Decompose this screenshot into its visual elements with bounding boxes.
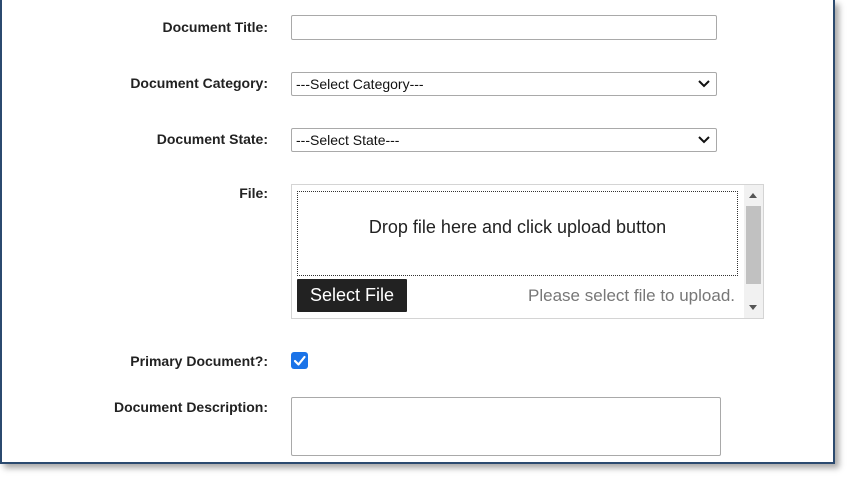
- primary-document-checkbox[interactable]: [291, 352, 308, 369]
- document-description-label: Document Description:: [113, 399, 268, 415]
- document-state-select[interactable]: ---Select State---: [291, 128, 717, 152]
- drop-zone-text: Drop file here and click upload button: [368, 217, 667, 237]
- chevron-down-icon: [698, 136, 710, 144]
- document-category-value: ---Select Category---: [296, 76, 424, 92]
- scroll-down-arrow-icon[interactable]: [749, 305, 757, 310]
- file-label: File:: [239, 185, 268, 201]
- document-title-input[interactable]: [291, 15, 717, 40]
- document-state-label: Document State:: [156, 131, 268, 147]
- chevron-down-icon: [698, 80, 710, 88]
- file-upload-widget: Drop file here and click upload button S…: [291, 184, 764, 319]
- document-title-label: Document Title:: [162, 19, 268, 35]
- document-category-label: Document Category:: [130, 75, 268, 91]
- scroll-up-arrow-icon[interactable]: [749, 193, 757, 198]
- upload-scrollbar[interactable]: [744, 185, 763, 318]
- primary-document-label: Primary Document?:: [130, 353, 268, 369]
- checkmark-icon: [293, 355, 306, 366]
- document-description-textarea[interactable]: [291, 397, 721, 456]
- document-state-value: ---Select State---: [296, 132, 400, 148]
- upload-hint-text: Please select file to upload.: [528, 286, 735, 305]
- scrollbar-thumb[interactable]: [746, 206, 761, 284]
- file-drop-zone[interactable]: Drop file here and click upload button: [297, 191, 738, 276]
- document-category-select[interactable]: ---Select Category---: [291, 72, 717, 96]
- select-file-button[interactable]: Select File: [297, 279, 407, 312]
- form-panel: Document Title: Document Category: ---Se…: [0, 0, 835, 464]
